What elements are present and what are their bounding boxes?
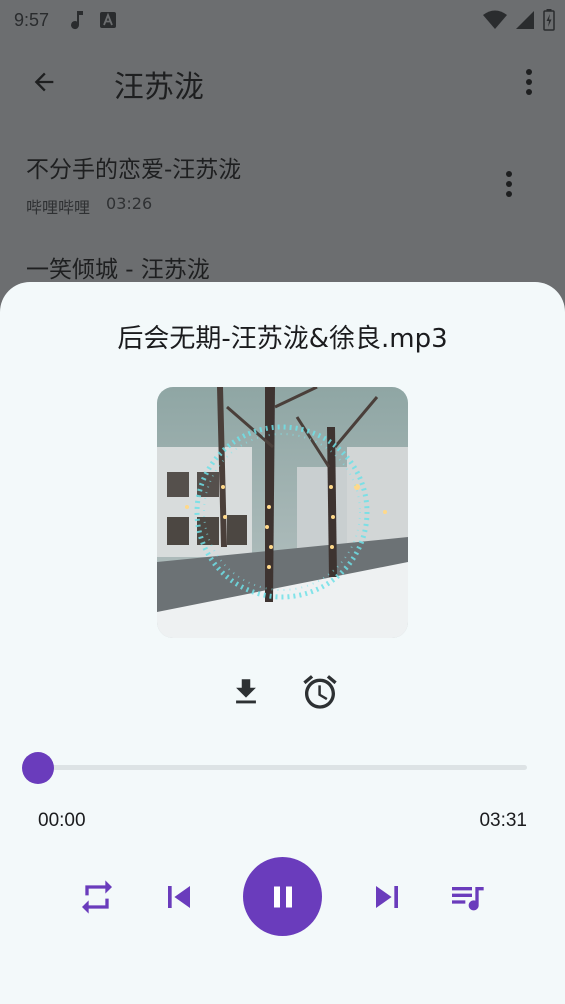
song-title: 一笑倾城 - 汪苏泷: [26, 257, 210, 283]
current-time: 00:00: [38, 810, 86, 831]
status-icons-right: [483, 9, 555, 31]
battery-icon: [543, 9, 555, 31]
album-cover: [157, 387, 408, 638]
slider-track: [36, 765, 527, 770]
skip-previous-icon: [168, 886, 190, 908]
more-vert-icon: [526, 69, 532, 95]
song-source: 哔哩哔哩: [26, 198, 91, 217]
song-duration: 03:26: [106, 194, 153, 213]
track-title: 后会无期-汪苏泷&徐良.mp3: [117, 324, 448, 354]
queue-music-icon: [452, 887, 484, 911]
queue-button[interactable]: [444, 874, 490, 920]
text-a-icon: [100, 12, 117, 28]
more-options-button[interactable]: [517, 64, 541, 100]
player-sheet: 后会无期-汪苏泷&徐良.mp3 00:00 03:31: [0, 282, 565, 1004]
signal-icon: [516, 11, 534, 29]
repeat-button[interactable]: [74, 874, 120, 920]
repeat-icon: [82, 880, 112, 914]
download-icon: [236, 679, 256, 704]
pause-icon: [273, 886, 292, 907]
song-title: 不分手的恋爱-汪苏泷: [26, 157, 242, 183]
total-time: 03:31: [479, 810, 527, 831]
slider-thumb[interactable]: [22, 752, 54, 784]
song-more-button[interactable]: [497, 166, 521, 202]
app-bar: 汪苏泷: [0, 52, 565, 112]
arrow-back-icon: [34, 72, 54, 92]
play-pause-button[interactable]: [243, 857, 322, 936]
more-vert-icon: [506, 171, 512, 197]
page-title: 汪苏泷: [114, 70, 204, 105]
alarm-button[interactable]: [298, 670, 342, 714]
song-meta: 哔哩哔哩 03:26: [26, 194, 565, 218]
music-note-icon: [71, 11, 84, 30]
download-button[interactable]: [224, 670, 268, 714]
progress-slider[interactable]: [22, 752, 527, 784]
wifi-icon: [483, 10, 507, 29]
previous-button[interactable]: [156, 874, 202, 920]
list-item[interactable]: 不分手的恋爱-汪苏泷 哔哩哔哩 03:26: [0, 140, 565, 240]
next-button[interactable]: [364, 874, 410, 920]
playback-controls: [0, 856, 565, 936]
status-bar: 9:57: [0, 0, 565, 40]
back-button[interactable]: [26, 64, 62, 100]
alarm-icon: [303, 675, 337, 709]
action-row: [0, 670, 565, 714]
status-time: 9:57: [14, 9, 50, 30]
album-cover-image: [157, 387, 408, 638]
skip-next-icon: [376, 886, 398, 908]
status-icons-left: [69, 10, 117, 30]
